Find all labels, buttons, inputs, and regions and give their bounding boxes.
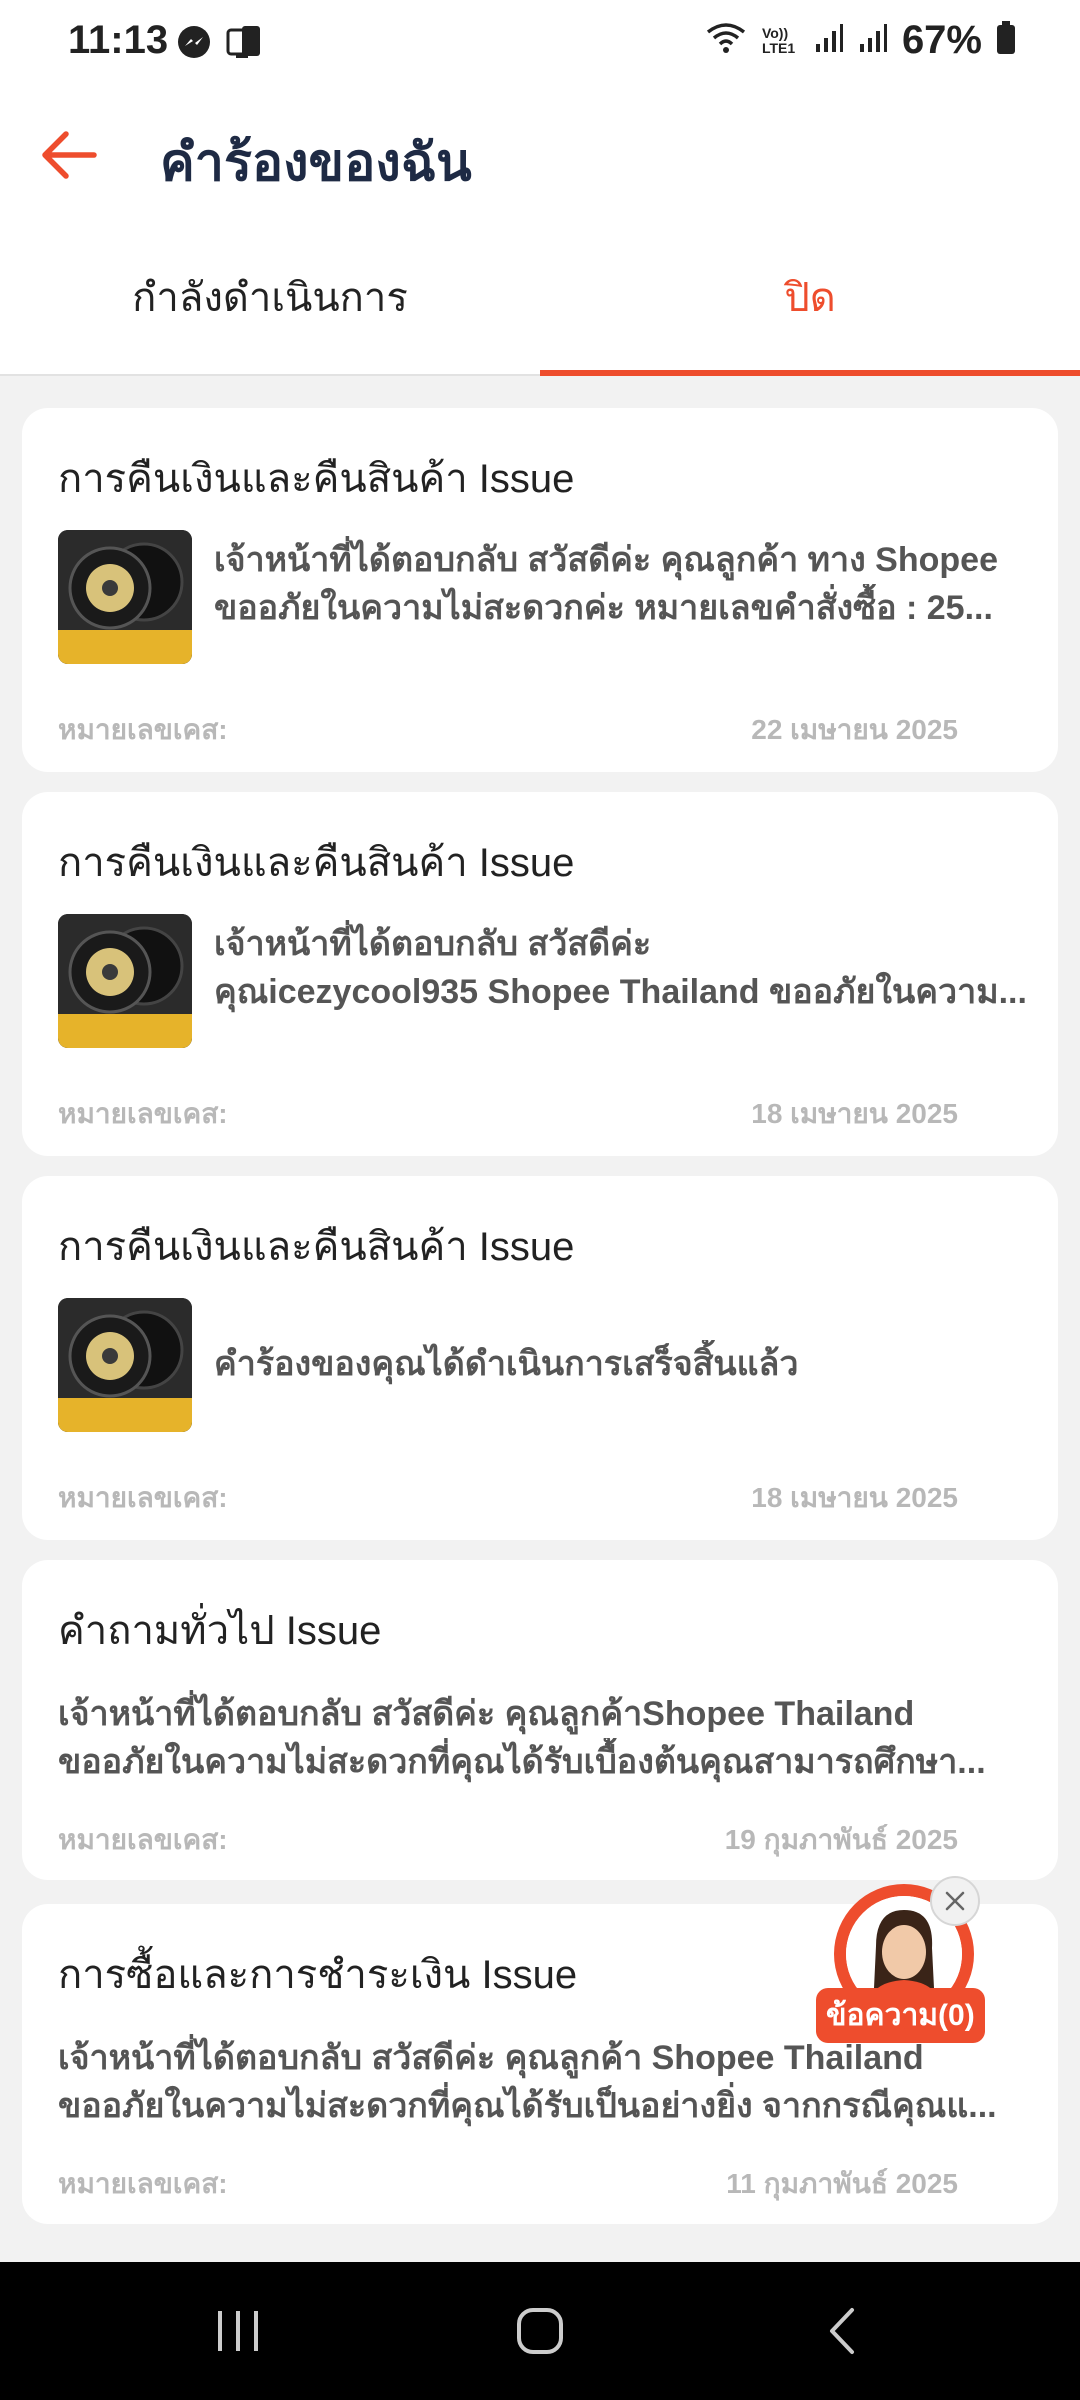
- messenger-icon: [176, 24, 212, 65]
- case-title: คำถามทั่วไป Issue: [58, 1609, 382, 1653]
- chevron-left-icon: [830, 2308, 854, 2354]
- case-date: 18 เมษายน 2025: [751, 1482, 958, 1513]
- case-date: 11 กุมภาพันธ์ 2025: [726, 2168, 958, 2199]
- page-title: คำร้องของฉัน: [160, 134, 472, 192]
- back-nav-button[interactable]: [762, 2262, 922, 2400]
- case-card[interactable]: การคืนเงินและคืนสินค้า Issue เจ้าหน้าที่…: [22, 792, 1058, 1156]
- case-card[interactable]: คำถามทั่วไป Issue เจ้าหน้าที่ได้ตอบกลับ …: [22, 1560, 1058, 1880]
- home-button[interactable]: [460, 2262, 620, 2400]
- active-tab-indicator: [540, 370, 1080, 376]
- recent-apps-button[interactable]: [158, 2262, 318, 2400]
- back-button[interactable]: [36, 122, 102, 188]
- case-number-label: หมายเลขเคส:: [58, 1482, 228, 1513]
- status-right: Vo)) LTE1 67%: [704, 18, 1016, 63]
- case-number-label: หมายเลขเคส:: [58, 1824, 228, 1855]
- case-card[interactable]: การคืนเงินและคืนสินค้า Issue เจ้าหน้าที่…: [22, 408, 1058, 772]
- case-message-line2: ขออภัยในความไม่สะดวกค่ะ หมายเลขคำสั่งซื้…: [214, 589, 993, 627]
- case-message-line2: ขออภัยในความไม่สะดวกที่คุณได้รับเบื้องต้…: [58, 1743, 986, 1781]
- case-message-line1: เจ้าหน้าที่ได้ตอบกลับ สวัสดีค่ะ คุณลูกค้…: [58, 1695, 915, 1733]
- case-title: การคืนเงินและคืนสินค้า Issue: [58, 841, 575, 885]
- recents-icon: [218, 2311, 258, 2351]
- case-date: 18 เมษายน 2025: [751, 1098, 958, 1129]
- signal-icon: [814, 22, 844, 59]
- network-label: Vo)) LTE1: [761, 24, 796, 56]
- device-icon: [226, 24, 266, 65]
- case-title: การซื้อและการชำระเงิน Issue: [58, 1953, 578, 1997]
- case-message-line2: คุณicezycool935 Shopee Thailand ขออภัยใน…: [214, 973, 1027, 1011]
- case-number-label: หมายเลขเคส:: [58, 714, 228, 745]
- case-number-label: หมายเลขเคส:: [58, 2168, 228, 2199]
- chat-message-count: ข้อความ(0): [816, 1988, 985, 2043]
- close-icon: [945, 1891, 965, 1911]
- floating-chat-widget[interactable]: ข้อความ(0): [812, 1876, 1002, 2046]
- wifi-icon: [704, 20, 748, 61]
- product-thumbnail: [58, 1298, 192, 1432]
- product-thumbnail: [58, 530, 192, 664]
- product-thumbnail: [58, 914, 192, 1048]
- case-message-line2: ขออภัยในความไม่สะดวกที่คุณได้รับเป็นอย่า…: [58, 2087, 997, 2125]
- chat-close-button[interactable]: [930, 1876, 980, 1926]
- tab-closed[interactable]: ปิด: [540, 220, 1080, 374]
- arrow-left-icon: [42, 131, 97, 179]
- case-date: 22 เมษายน 2025: [751, 714, 958, 745]
- tab-in-progress[interactable]: กำลังดำเนินการ: [0, 220, 540, 374]
- tab-bar: กำลังดำเนินการ ปิด: [0, 220, 1080, 376]
- case-message-line1: คำร้องของคุณได้ดำเนินการเสร็จสิ้นแล้ว: [214, 1345, 799, 1383]
- case-message-line1: เจ้าหน้าที่ได้ตอบกลับ สวัสดีค่ะ คุณลูกค้…: [214, 541, 998, 579]
- battery-icon: [996, 21, 1016, 60]
- case-message-line1: เจ้าหน้าที่ได้ตอบกลับ สวัสดีค่ะ: [214, 925, 652, 963]
- case-date: 19 กุมภาพันธ์ 2025: [724, 1824, 958, 1855]
- home-icon: [517, 2308, 563, 2354]
- battery-percent: 67%: [901, 18, 982, 62]
- case-number-label: หมายเลขเคส:: [58, 1098, 228, 1129]
- signal-icon-2: [858, 22, 888, 59]
- status-time: 11:13: [68, 18, 169, 62]
- app-bar: คำร้องของฉัน: [0, 90, 1080, 220]
- system-navigation-bar: [0, 2262, 1080, 2400]
- case-title: การคืนเงินและคืนสินค้า Issue: [58, 1225, 575, 1269]
- notification-icons: [176, 24, 266, 65]
- case-card[interactable]: การคืนเงินและคืนสินค้า Issue คำร้องของคุ…: [22, 1176, 1058, 1540]
- status-bar: 11:13 Vo)) LTE1 67%: [0, 0, 1080, 90]
- case-title: การคืนเงินและคืนสินค้า Issue: [58, 457, 575, 501]
